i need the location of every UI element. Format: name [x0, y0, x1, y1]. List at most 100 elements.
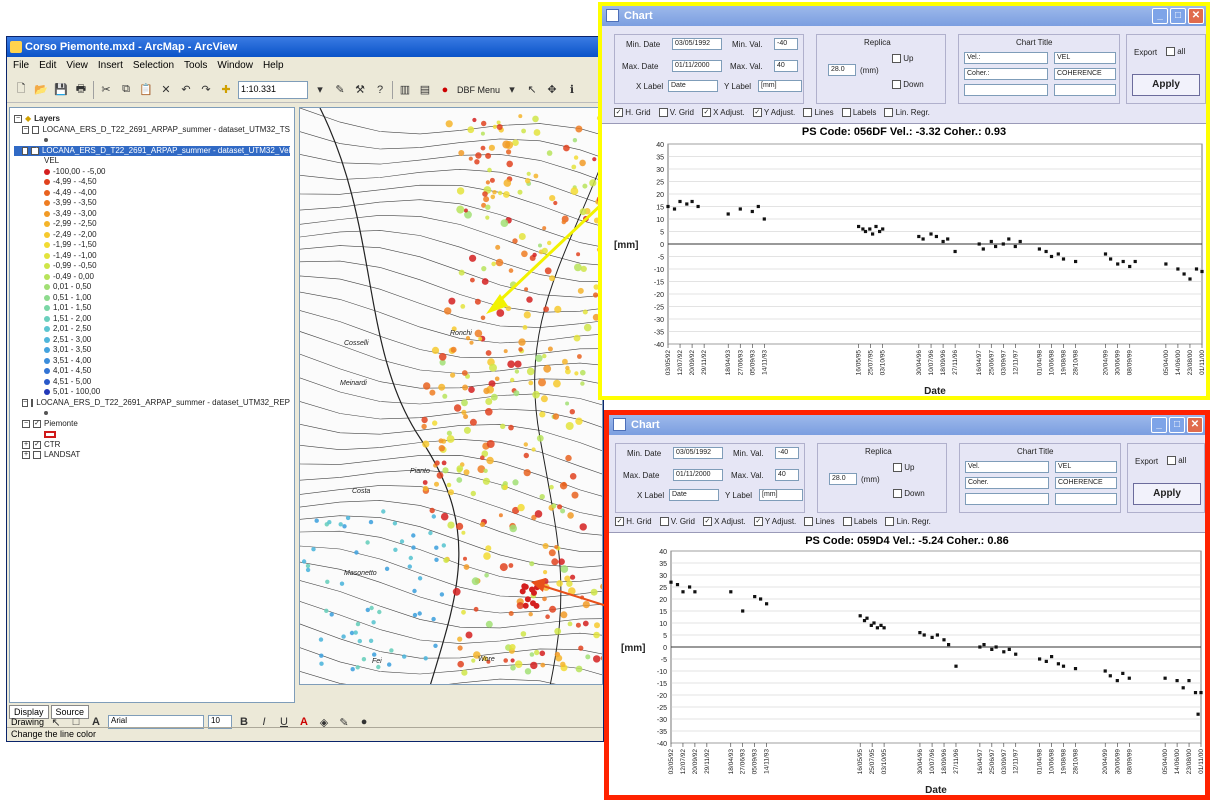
max-val-input[interactable]: 40 [774, 60, 798, 72]
up-checkbox[interactable]: Up [893, 463, 914, 473]
max-date-input[interactable]: 01/11/2000 [672, 60, 722, 72]
x-tick-label: 30/04/96 [916, 350, 923, 376]
option-y-adjust-checkbox[interactable]: ✓ Y Adjust. [753, 517, 796, 527]
x-tick-label: 19/08/98 [1061, 350, 1068, 376]
x-tick-label: 18/04/93 [728, 749, 735, 775]
up-checkbox-box[interactable] [893, 463, 902, 473]
option-h-grid-checkbox[interactable]: ✓ H. Grid [614, 108, 651, 118]
option-checkbox-box[interactable]: ✓ [753, 517, 763, 527]
title-field-3-input[interactable] [965, 493, 1049, 505]
up-checkbox-box[interactable] [892, 54, 901, 64]
option-labels-checkbox[interactable]: Labels [841, 108, 876, 118]
y-tick-label: 10 [659, 621, 667, 628]
data-point [666, 204, 670, 209]
export-all-box[interactable] [1166, 47, 1175, 57]
option-v-grid-checkbox[interactable]: V. Grid [658, 108, 694, 118]
export-all-checkbox[interactable]: all [1167, 456, 1186, 466]
data-point [978, 645, 982, 649]
option-checkbox-box[interactable]: ✓ [615, 517, 624, 527]
min-val-label: Min. Val. [733, 449, 764, 458]
y-label-input[interactable]: [mm] [758, 80, 802, 92]
down-checkbox-box[interactable] [893, 489, 902, 499]
min-val-input[interactable]: -40 [774, 38, 798, 50]
y-label-input[interactable]: [mm] [759, 489, 803, 501]
apply-button[interactable]: Apply [1132, 74, 1200, 96]
option-v-grid-checkbox[interactable]: V. Grid [659, 517, 695, 527]
data-point [1128, 264, 1132, 269]
data-point [1103, 252, 1108, 256]
x-tick-label: 10/07/96 [929, 749, 936, 775]
option-label: X Adjust. [710, 108, 745, 117]
data-point [750, 209, 754, 214]
x-tick-label: 27/06/93 [740, 749, 747, 775]
title-field-1-input[interactable]: Vel. [965, 461, 1049, 473]
maximize-icon[interactable]: □ [1169, 417, 1185, 433]
title-field-1-input[interactable]: Vel.: [964, 52, 1048, 64]
title-field-2-input[interactable]: Coher. [965, 477, 1049, 489]
up-checkbox[interactable]: Up [892, 54, 913, 64]
x-tick-label: 14/06/00 [1175, 350, 1182, 376]
option-h-grid-checkbox[interactable]: ✓ H. Grid [615, 517, 652, 527]
chart2-controls: Min. Date 03/05/1992 Min. Val. -40 Max. … [609, 435, 1205, 533]
title-var-3-select[interactable] [1054, 84, 1116, 96]
data-point [1108, 674, 1112, 678]
replica-value-input[interactable]: 28.0 [829, 473, 857, 485]
option-lin-regr-checkbox[interactable]: Lin. Regr. [884, 108, 930, 118]
option-y-adjust-checkbox[interactable]: ✓ Y Adjust. [752, 108, 795, 118]
x-tick-label: 03/05/92 [668, 749, 675, 775]
min-val-input[interactable]: -40 [775, 447, 799, 459]
data-point [977, 242, 981, 246]
chart2-plot-title: PS Code: 059D4 Vel.: -5.24 Coher.: 0.86 [805, 535, 1009, 547]
option-checkbox-box[interactable] [841, 108, 851, 118]
option-lines-checkbox[interactable]: Lines [804, 517, 835, 527]
max-date-input[interactable]: 01/11/2000 [673, 469, 723, 481]
export-all-box[interactable] [1167, 456, 1176, 466]
y-tick-label: -15 [657, 681, 667, 688]
min-date-input[interactable]: 03/05/1992 [673, 447, 723, 459]
data-point [696, 204, 700, 209]
option-checkbox-box[interactable] [659, 517, 669, 527]
max-val-label: Max. Val. [730, 62, 763, 71]
option-checkbox-box[interactable]: ✓ [702, 517, 712, 527]
data-point [954, 664, 958, 668]
title-var-1-select[interactable]: VEL [1055, 461, 1117, 473]
data-point [738, 207, 742, 211]
down-checkbox[interactable]: Down [893, 489, 925, 499]
option-checkbox-box[interactable]: ✓ [752, 108, 762, 118]
close-icon[interactable]: ✕ [1187, 417, 1203, 433]
max-val-input[interactable]: 40 [775, 469, 799, 481]
title-var-1-select[interactable]: VEL [1054, 52, 1116, 64]
option-checkbox-box[interactable]: ✓ [701, 108, 711, 118]
replica-unit: (mm) [860, 66, 879, 75]
option-x-adjust-checkbox[interactable]: ✓ X Adjust. [701, 108, 745, 118]
option-labels-checkbox[interactable]: Labels [842, 517, 877, 527]
apply-button[interactable]: Apply [1133, 483, 1201, 505]
title-var-2-select[interactable]: COHERENCE [1055, 477, 1117, 489]
x-label-input[interactable]: Date [668, 80, 718, 92]
option-lin-regr-checkbox[interactable]: Lin. Regr. [885, 517, 931, 527]
y-tick-label: 20 [659, 597, 667, 604]
option-x-adjust-checkbox[interactable]: ✓ X Adjust. [702, 517, 746, 527]
minimize-icon[interactable]: _ [1152, 8, 1168, 24]
min-date-input[interactable]: 03/05/1992 [672, 38, 722, 50]
title-field-2-input[interactable]: Coher.: [964, 68, 1048, 80]
option-label: Lin. Regr. [893, 108, 930, 117]
option-lines-checkbox[interactable]: Lines [803, 108, 834, 118]
down-checkbox-box[interactable] [892, 80, 901, 90]
maximize-icon[interactable]: □ [1170, 8, 1186, 24]
option-checkbox-box[interactable] [803, 108, 813, 118]
export-all-checkbox[interactable]: all [1166, 47, 1185, 57]
option-checkbox-box[interactable] [842, 517, 852, 527]
x-label-input[interactable]: Date [669, 489, 719, 501]
option-checkbox-box[interactable] [658, 108, 668, 118]
replica-value-input[interactable]: 28.0 [828, 64, 856, 76]
title-var-2-select[interactable]: COHERENCE [1054, 68, 1116, 80]
option-checkbox-box[interactable]: ✓ [614, 108, 623, 118]
option-checkbox-box[interactable] [804, 517, 814, 527]
title-var-3-select[interactable] [1055, 493, 1117, 505]
x-tick-label: 03/10/95 [880, 350, 887, 376]
down-checkbox[interactable]: Down [892, 80, 924, 90]
close-icon[interactable]: ✕ [1188, 8, 1204, 24]
title-field-3-input[interactable] [964, 84, 1048, 96]
minimize-icon[interactable]: _ [1151, 417, 1167, 433]
